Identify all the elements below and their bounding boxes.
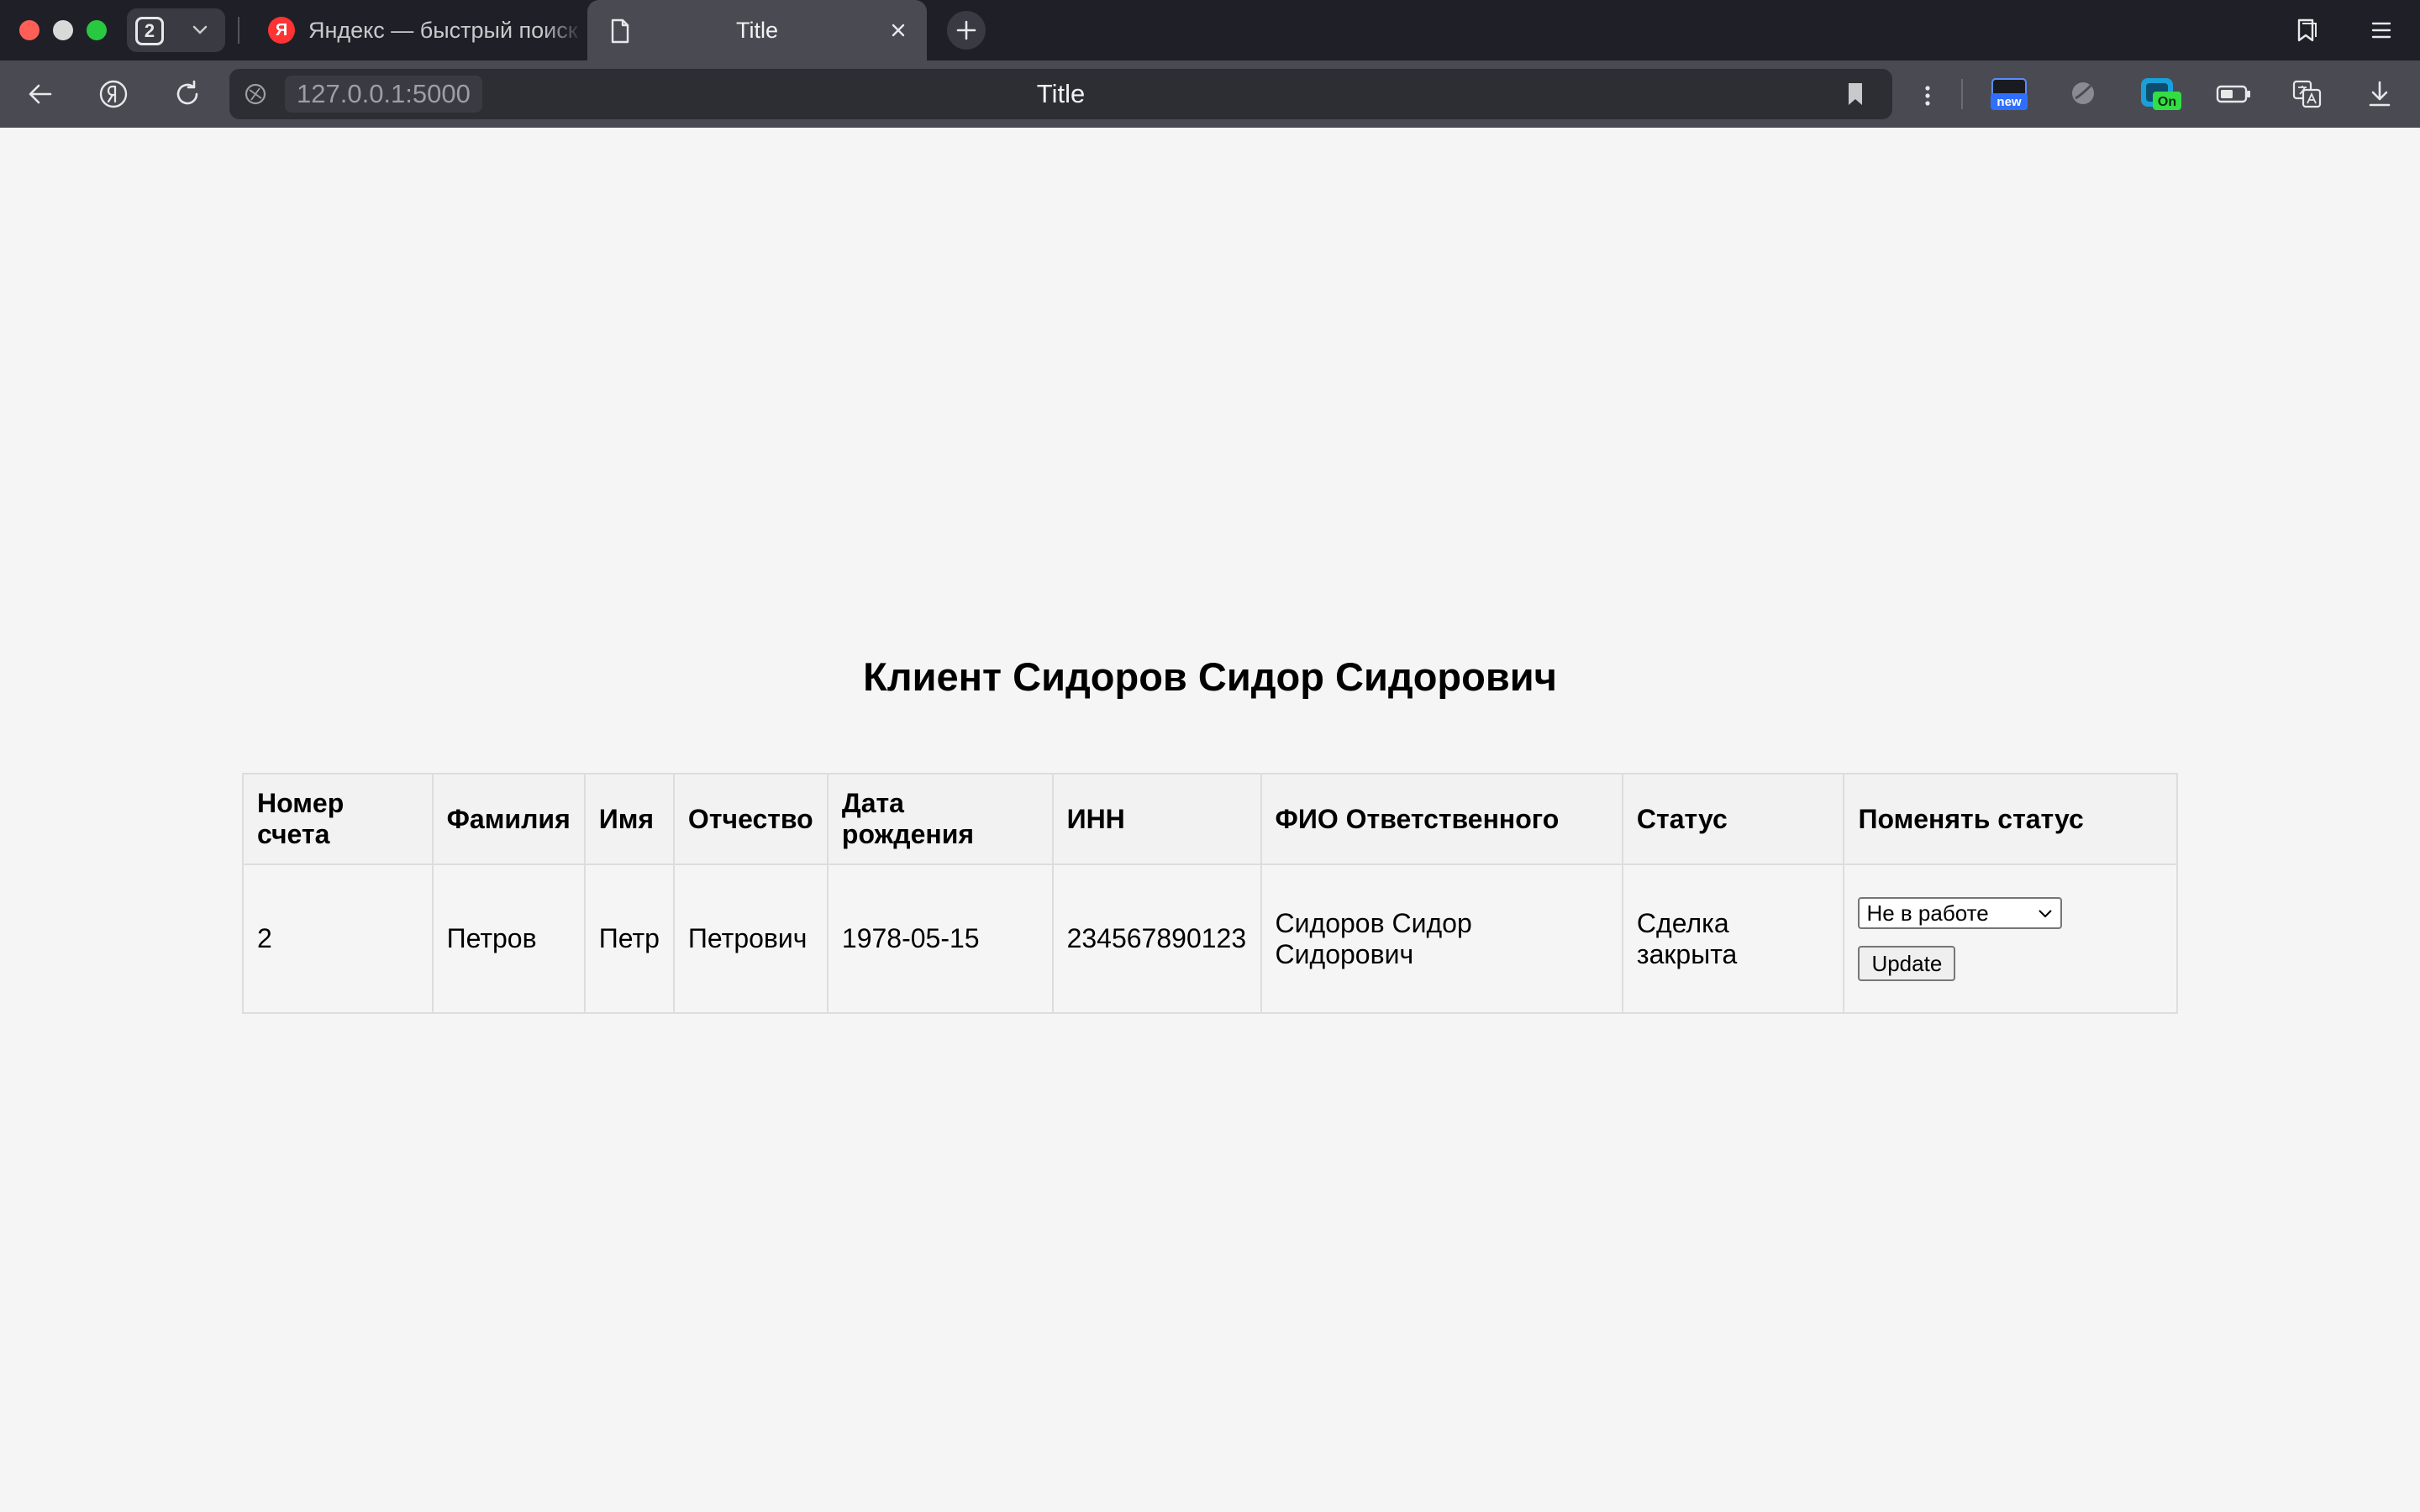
table-header-row: Номер счета Фамилия Имя Отчество Дата ро…	[242, 773, 2178, 865]
tab-yandex[interactable]: Я Яндекс — быстрый поиск в интернете	[252, 0, 584, 60]
window-maximize-button[interactable]	[87, 20, 107, 40]
cell-change-status: Не в работе Update	[1843, 864, 2178, 1014]
page-title: Клиент Сидоров Сидор Сидорович	[863, 654, 1557, 699]
new-badge-extension-icon[interactable]: new	[1990, 76, 2028, 112]
new-tab-button[interactable]	[947, 11, 986, 50]
tab-count: 2	[135, 17, 164, 45]
header-birth-date: Дата рождения	[826, 773, 1054, 865]
more-vertical-icon[interactable]	[1912, 81, 1943, 111]
site-info-icon[interactable]	[243, 81, 268, 107]
table-row: 2 Петров Петр Петрович 1978-05-15 234567…	[242, 864, 2178, 1014]
reload-icon[interactable]	[171, 77, 204, 111]
chevron-down-icon	[192, 25, 208, 34]
cell-status: Сделка закрыта	[1621, 864, 1845, 1014]
tab-title: Яндекс — быстрый поиск в интернете	[308, 17, 584, 43]
cell-account-number: 2	[242, 864, 434, 1014]
page-content: Клиент Сидоров Сидор Сидорович Номер сче…	[0, 128, 2420, 1512]
header-responsible: ФИО Ответственного	[1260, 773, 1623, 865]
status-select[interactable]: Не в работе	[1858, 896, 2063, 929]
yandex-icon: Я	[268, 17, 295, 44]
cell-last-name: Петров	[431, 864, 586, 1014]
header-inn: ИНН	[1051, 773, 1262, 865]
window-close-button[interactable]	[19, 20, 39, 40]
translate-icon[interactable]	[2291, 77, 2324, 111]
chevron-down-icon	[2039, 909, 2053, 917]
cell-birth-date: 1978-05-15	[826, 864, 1054, 1014]
battery-icon[interactable]	[2215, 79, 2252, 109]
clients-table: Номер счета Фамилия Имя Отчество Дата ро…	[242, 773, 2178, 1014]
download-icon[interactable]	[2363, 77, 2396, 111]
header-account-number: Номер счета	[242, 773, 434, 865]
update-button[interactable]: Update	[1858, 945, 1956, 981]
window-minimize-button[interactable]	[53, 20, 73, 40]
menu-icon[interactable]	[2366, 15, 2396, 45]
tab-title-page[interactable]: Title	[587, 0, 927, 60]
plus-icon	[956, 20, 976, 40]
browser-tabbar: 2 Я Яндекс — быстрый поиск в интернете T…	[0, 0, 2420, 60]
url-text[interactable]: 127.0.0.1:5000	[285, 76, 482, 113]
tab-counter-button[interactable]: 2	[127, 8, 225, 52]
header-status: Статус	[1621, 773, 1845, 865]
cell-first-name: Петр	[583, 864, 675, 1014]
tab-separator	[238, 17, 239, 44]
yandex-home-icon[interactable]	[97, 77, 130, 111]
header-patronymic: Отчество	[672, 773, 829, 865]
cell-inn: 234567890123	[1051, 864, 1262, 1014]
status-select-value: Не в работе	[1866, 900, 1989, 926]
on-badge-extension-icon[interactable]: On	[2139, 76, 2183, 112]
close-icon[interactable]	[888, 20, 908, 40]
bookmarks-panel-icon[interactable]	[2291, 15, 2321, 45]
moon-extension-icon[interactable]	[2068, 78, 2098, 108]
tab-title: Title	[735, 17, 778, 43]
header-last-name: Фамилия	[431, 773, 586, 865]
address-bar[interactable]: Title 127.0.0.1:5000	[229, 69, 1892, 119]
cell-patronymic: Петрович	[672, 864, 829, 1014]
new-badge-text: new	[1996, 95, 2022, 109]
header-first-name: Имя	[583, 773, 675, 865]
cell-responsible: Сидоров Сидор Сидорович	[1260, 864, 1623, 1014]
bookmark-icon[interactable]	[1844, 81, 1867, 108]
toolbar-divider	[1961, 79, 1963, 109]
header-change-status: Поменять статус	[1843, 773, 2178, 865]
back-arrow-icon[interactable]	[24, 77, 57, 111]
on-badge-text: On	[2158, 95, 2176, 109]
